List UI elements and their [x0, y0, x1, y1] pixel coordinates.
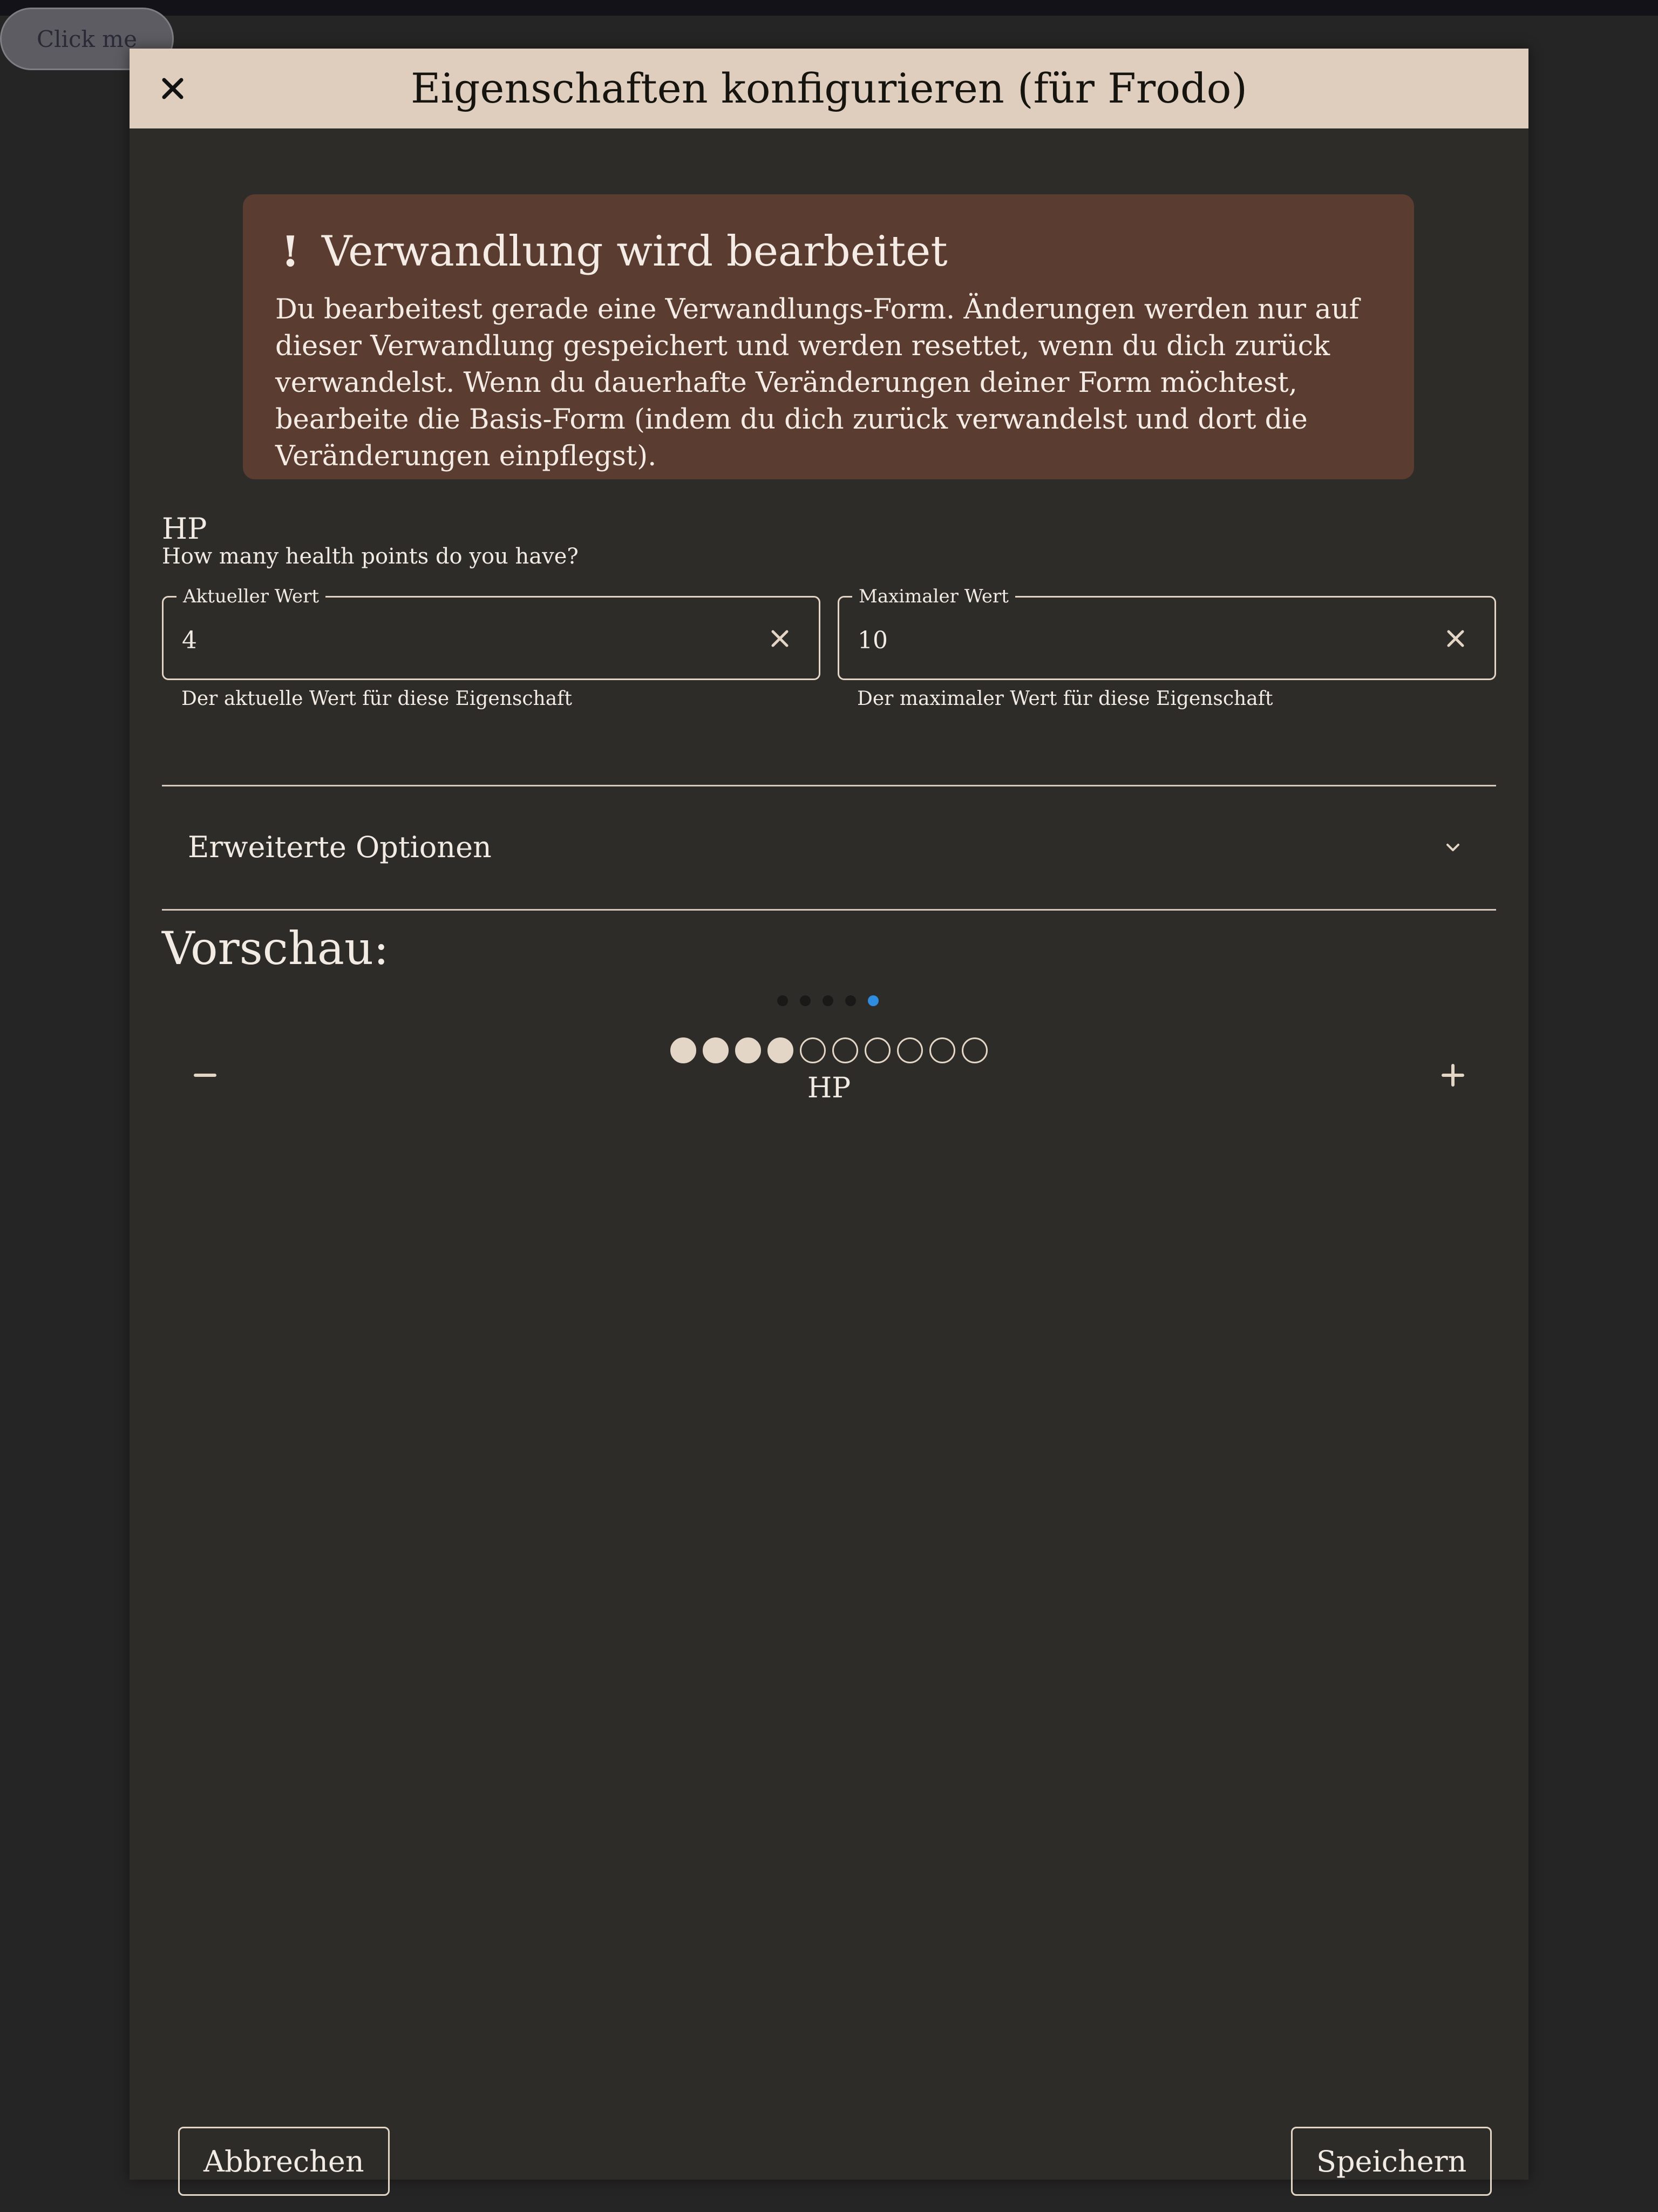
current-value-field: Aktueller Wert [162, 586, 820, 680]
dialog-header: Eigenschaften konfigurieren (für Frodo) [130, 49, 1528, 128]
close-icon [771, 630, 789, 647]
carousel-dot[interactable] [845, 995, 856, 1006]
carousel-dot[interactable] [868, 995, 879, 1006]
clear-current-button[interactable] [763, 621, 797, 656]
advanced-options-label: Erweiterte Optionen [188, 830, 492, 864]
divider [162, 785, 1496, 786]
current-value-label: Aktueller Wert [176, 586, 325, 607]
top-bar [0, 0, 1658, 16]
divider [162, 909, 1496, 911]
dialog-title: Eigenschaften konfigurieren (für Frodo) [410, 64, 1248, 112]
chevron-down-icon [1446, 844, 1459, 851]
clear-max-button[interactable] [1438, 621, 1473, 656]
hp-pip-empty [929, 1037, 955, 1063]
exclamation-icon: ! [281, 227, 300, 276]
minus-icon [194, 1074, 216, 1077]
max-value-input[interactable] [858, 616, 1397, 664]
carousel-dot[interactable] [823, 995, 833, 1006]
hp-pip-empty [832, 1037, 858, 1063]
plus-icon [1442, 1064, 1464, 1087]
close-button[interactable] [151, 67, 194, 110]
transformation-warning-banner: ! Verwandlung wird bearbeitet Du bearbei… [243, 194, 1414, 479]
max-value-label: Maximaler Wert [852, 586, 1015, 607]
attribute-description: How many health points do you have? [162, 544, 579, 569]
attribute-name: HP [162, 512, 207, 546]
banner-text: Du bearbeitest gerade eine Verwandlungs-… [275, 294, 1360, 472]
advanced-options-accordion[interactable]: Erweiterte Optionen [162, 787, 1496, 908]
save-button[interactable]: Speichern [1291, 2127, 1492, 2196]
hp-pips [670, 1036, 988, 1064]
current-value-input[interactable] [182, 616, 722, 664]
banner-title-row: ! Verwandlung wird bearbeitet [275, 225, 1382, 279]
hp-pip-empty [962, 1037, 988, 1063]
hp-pip-empty [897, 1037, 923, 1063]
increment-button[interactable] [1426, 1048, 1480, 1102]
hp-pip-empty [865, 1037, 891, 1063]
decrement-button[interactable] [178, 1048, 232, 1102]
hp-pip-filled [735, 1037, 761, 1063]
max-value-helper: Der maximaler Wert für diese Eigenschaft [857, 688, 1273, 710]
configure-attributes-dialog: Eigenschaften konfigurieren (für Frodo) … [130, 49, 1528, 2196]
hp-pip-filled [767, 1037, 793, 1063]
carousel-dot[interactable] [777, 995, 788, 1006]
cancel-button[interactable]: Abbrechen [178, 2127, 390, 2196]
preview-carousel-indicator [777, 994, 879, 1007]
banner-title: Verwandlung wird bearbeitet [322, 227, 948, 276]
hp-pip-filled [703, 1037, 729, 1063]
hp-pip-filled [670, 1037, 696, 1063]
current-value-helper: Der aktuelle Wert für diese Eigenschaft [181, 688, 572, 710]
hp-pip-empty [800, 1037, 826, 1063]
close-icon [162, 78, 184, 99]
preview-title: Vorschau: [162, 922, 389, 975]
carousel-dot[interactable] [800, 995, 811, 1006]
close-icon [1447, 630, 1464, 647]
preview-attribute-label: HP [807, 1072, 851, 1104]
max-value-field: Maximaler Wert [838, 586, 1496, 680]
